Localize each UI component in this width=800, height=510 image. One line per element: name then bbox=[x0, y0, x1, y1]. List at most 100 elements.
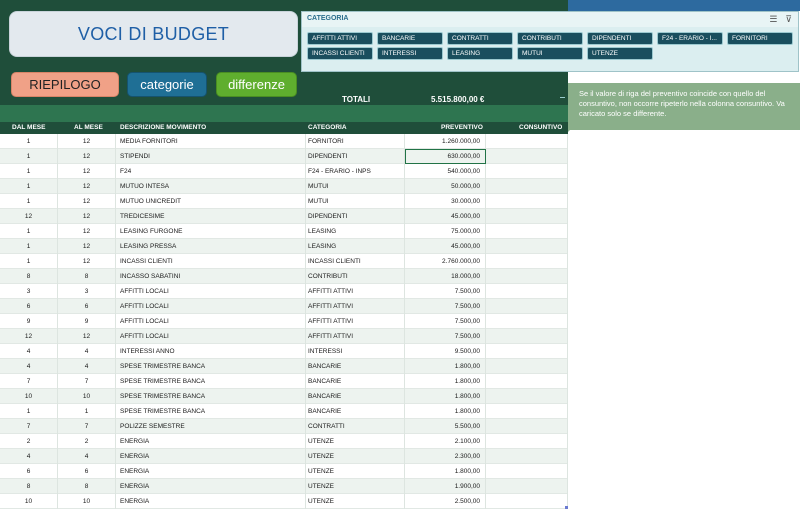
slicer-item[interactable]: CONTRATTI bbox=[447, 32, 513, 45]
cell-consuntivo[interactable] bbox=[486, 299, 568, 314]
cell-categoria[interactable]: FORNITORI bbox=[306, 134, 405, 149]
cell-consuntivo[interactable] bbox=[486, 179, 568, 194]
cell-dal-mese[interactable]: 8 bbox=[0, 479, 58, 494]
cell-dal-mese[interactable]: 3 bbox=[0, 284, 58, 299]
cell-consuntivo[interactable] bbox=[486, 194, 568, 209]
col-al-mese[interactable]: AL MESE bbox=[74, 124, 103, 131]
cell-dal-mese[interactable]: 7 bbox=[0, 419, 58, 434]
cell-dal-mese[interactable]: 4 bbox=[0, 359, 58, 374]
cell-descrizione[interactable]: ENERGIA bbox=[116, 479, 306, 494]
cell-categoria[interactable]: AFFITTI ATTIVI bbox=[306, 314, 405, 329]
cell-descrizione[interactable]: ENERGIA bbox=[116, 494, 306, 509]
slicer-item[interactable]: UTENZE bbox=[587, 47, 653, 60]
cell-preventivo[interactable]: 1.800,00 bbox=[405, 374, 486, 389]
slicer-item[interactable]: INTERESSI bbox=[377, 47, 443, 60]
categorie-button[interactable]: categorie bbox=[127, 72, 207, 97]
cell-consuntivo[interactable] bbox=[486, 314, 568, 329]
cell-consuntivo[interactable] bbox=[486, 494, 568, 509]
cell-categoria[interactable]: INCASSI CLIENTI bbox=[306, 254, 405, 269]
cell-dal-mese[interactable]: 1 bbox=[0, 239, 58, 254]
cell-al-mese[interactable]: 7 bbox=[58, 374, 116, 389]
cell-consuntivo[interactable] bbox=[486, 434, 568, 449]
cell-al-mese[interactable]: 1 bbox=[58, 404, 116, 419]
slicer-item[interactable]: F24 - ERARIO - I... bbox=[657, 32, 723, 45]
cell-dal-mese[interactable]: 1 bbox=[0, 194, 58, 209]
cell-preventivo[interactable]: 1.260.000,00 bbox=[405, 134, 486, 149]
multi-select-icon[interactable]: ☰ bbox=[769, 14, 777, 24]
cell-dal-mese[interactable]: 12 bbox=[0, 209, 58, 224]
cell-descrizione[interactable]: INTERESSI ANNO bbox=[116, 344, 306, 359]
cell-categoria[interactable]: UTENZE bbox=[306, 479, 405, 494]
cell-categoria[interactable]: AFFITTI ATTIVI bbox=[306, 299, 405, 314]
cell-descrizione[interactable]: STIPENDI bbox=[116, 149, 306, 164]
cell-consuntivo[interactable] bbox=[486, 329, 568, 344]
cell-al-mese[interactable]: 9 bbox=[58, 314, 116, 329]
cell-descrizione[interactable]: TREDICESIME bbox=[116, 209, 306, 224]
col-consuntivo[interactable]: CONSUNTIVO bbox=[519, 124, 562, 131]
slicer-item[interactable]: INCASSI CLIENTI bbox=[307, 47, 373, 60]
slicer-item[interactable]: CONTRIBUTI bbox=[517, 32, 583, 45]
slicer-item[interactable]: MUTUI bbox=[517, 47, 583, 60]
cell-dal-mese[interactable]: 10 bbox=[0, 494, 58, 509]
cell-categoria[interactable]: DIPENDENTI bbox=[306, 209, 405, 224]
cell-dal-mese[interactable]: 4 bbox=[0, 344, 58, 359]
cell-preventivo[interactable]: 7.500,00 bbox=[405, 329, 486, 344]
col-dal-mese[interactable]: DAL MESE bbox=[12, 124, 45, 131]
cell-categoria[interactable]: BANCARIE bbox=[306, 374, 405, 389]
cell-descrizione[interactable]: SPESE TRIMESTRE BANCA bbox=[116, 374, 306, 389]
cell-al-mese[interactable]: 12 bbox=[58, 149, 116, 164]
cell-al-mese[interactable]: 6 bbox=[58, 299, 116, 314]
cell-dal-mese[interactable]: 1 bbox=[0, 224, 58, 239]
cell-preventivo[interactable]: 1.800,00 bbox=[405, 359, 486, 374]
cell-dal-mese[interactable]: 12 bbox=[0, 329, 58, 344]
cell-consuntivo[interactable] bbox=[486, 254, 568, 269]
cell-categoria[interactable]: MUTUI bbox=[306, 179, 405, 194]
cell-dal-mese[interactable]: 4 bbox=[0, 449, 58, 464]
cell-descrizione[interactable]: MUTUO INTESA bbox=[116, 179, 306, 194]
cell-consuntivo[interactable] bbox=[486, 134, 568, 149]
cell-preventivo[interactable]: 5.500,00 bbox=[405, 419, 486, 434]
cell-dal-mese[interactable]: 9 bbox=[0, 314, 58, 329]
table-resize-handle[interactable] bbox=[565, 506, 568, 509]
slicer-item[interactable]: FORNITORI bbox=[727, 32, 793, 45]
cell-dal-mese[interactable]: 6 bbox=[0, 299, 58, 314]
cell-preventivo[interactable]: 2.100,00 bbox=[405, 434, 486, 449]
cell-preventivo[interactable]: 540.000,00 bbox=[405, 164, 486, 179]
cell-al-mese[interactable]: 3 bbox=[58, 284, 116, 299]
cell-dal-mese[interactable]: 1 bbox=[0, 149, 58, 164]
cell-al-mese[interactable]: 8 bbox=[58, 269, 116, 284]
cell-consuntivo[interactable] bbox=[486, 404, 568, 419]
cell-categoria[interactable]: LEASING bbox=[306, 239, 405, 254]
cell-dal-mese[interactable]: 1 bbox=[0, 179, 58, 194]
cell-al-mese[interactable]: 10 bbox=[58, 389, 116, 404]
cell-consuntivo[interactable] bbox=[486, 464, 568, 479]
differenze-button[interactable]: differenze bbox=[216, 72, 297, 97]
cell-categoria[interactable]: CONTRIBUTI bbox=[306, 269, 405, 284]
cell-preventivo[interactable]: 2.300,00 bbox=[405, 449, 486, 464]
cell-categoria[interactable]: UTENZE bbox=[306, 464, 405, 479]
cell-descrizione[interactable]: INCASSI CLIENTI bbox=[116, 254, 306, 269]
cell-descrizione[interactable]: ENERGIA bbox=[116, 464, 306, 479]
cell-preventivo[interactable]: 1.800,00 bbox=[405, 389, 486, 404]
cell-descrizione[interactable]: SPESE TRIMESTRE BANCA bbox=[116, 359, 306, 374]
cell-dal-mese[interactable]: 7 bbox=[0, 374, 58, 389]
cell-preventivo[interactable]: 7.500,00 bbox=[405, 314, 486, 329]
cell-descrizione[interactable]: AFFITTI LOCALI bbox=[116, 299, 306, 314]
cell-dal-mese[interactable]: 8 bbox=[0, 269, 58, 284]
cell-al-mese[interactable]: 12 bbox=[58, 164, 116, 179]
cell-al-mese[interactable]: 12 bbox=[58, 254, 116, 269]
cell-descrizione[interactable]: MUTUO UNICREDIT bbox=[116, 194, 306, 209]
cell-al-mese[interactable]: 10 bbox=[58, 494, 116, 509]
cell-preventivo[interactable]: 2.500,00 bbox=[405, 494, 486, 509]
cell-consuntivo[interactable] bbox=[486, 149, 568, 164]
cell-descrizione[interactable]: POLIZZE SEMESTRE bbox=[116, 419, 306, 434]
cell-al-mese[interactable]: 6 bbox=[58, 464, 116, 479]
slicer-item[interactable]: BANCARIE bbox=[377, 32, 443, 45]
cell-descrizione[interactable]: ENERGIA bbox=[116, 434, 306, 449]
cell-al-mese[interactable]: 12 bbox=[58, 209, 116, 224]
cell-al-mese[interactable]: 7 bbox=[58, 419, 116, 434]
cell-categoria[interactable]: CONTRATTI bbox=[306, 419, 405, 434]
cell-preventivo[interactable]: 7.500,00 bbox=[405, 299, 486, 314]
cell-consuntivo[interactable] bbox=[486, 224, 568, 239]
cell-categoria[interactable]: AFFITTI ATTIVI bbox=[306, 284, 405, 299]
